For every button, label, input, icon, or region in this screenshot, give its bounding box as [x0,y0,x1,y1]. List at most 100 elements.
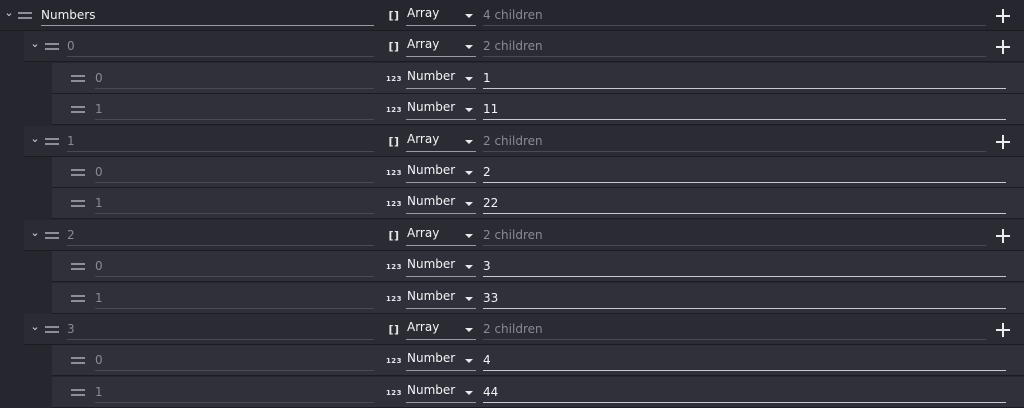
value-field[interactable]: 44 [483,380,1006,403]
number-item-row: 0 123 Number 1 [0,63,1024,94]
type-dropdown[interactable]: Number [406,254,476,277]
row-divider [24,61,1024,62]
children-count-field: 2 children [483,34,986,57]
array-type-icon: [] [388,40,400,53]
value-field[interactable]: 2 [483,160,1006,183]
number-type-icon: 123 [385,389,403,397]
drag-handle-icon[interactable] [71,106,85,113]
value-field[interactable]: 1 [483,66,1006,89]
children-count: 2 children [483,228,543,242]
type-dropdown[interactable]: Number [406,97,476,120]
plus-icon[interactable] [996,229,1010,243]
key-field[interactable]: Numbers [41,3,374,26]
type-dropdown[interactable]: Number [406,191,476,214]
key-field[interactable]: 1 [95,97,374,120]
children-count-field: 2 children [483,317,986,340]
drag-handle-icon[interactable] [71,200,85,207]
key-text: 1 [95,385,103,399]
type-label: Array [407,320,440,334]
caret-down-icon [465,108,473,112]
key-field[interactable]: 1 [95,286,374,309]
json-tree-editor: ⌄ Numbers [] Array 4 children ⌄ 0 [] Array 2 chil… [0,0,1024,408]
type-dropdown[interactable]: Array [406,3,476,26]
key-field[interactable]: 3 [67,317,374,340]
number-type-icon: 123 [385,75,403,83]
type-dropdown[interactable]: Number [406,286,476,309]
type-dropdown[interactable]: Array [406,34,476,57]
drag-handle-icon[interactable] [45,43,59,50]
array-item-row: ⌄ 2 [] Array 2 children [0,220,1024,251]
type-label: Array [407,6,440,20]
drag-handle-icon[interactable] [18,12,32,19]
caret-down-icon [465,297,473,301]
plus-icon[interactable] [996,9,1010,23]
value-field[interactable]: 33 [483,286,1006,309]
drag-handle-icon[interactable] [71,295,85,302]
children-count-field: 2 children [483,129,986,152]
key-field[interactable]: 1 [95,191,374,214]
children-count-field: 4 children [483,3,986,26]
value-field[interactable]: 4 [483,348,1006,371]
type-label: Number [407,194,456,208]
chevron-down-icon[interactable]: ⌄ [28,37,42,51]
type-dropdown[interactable]: Number [406,66,476,89]
key-field[interactable]: 0 [95,160,374,183]
key-field[interactable]: 0 [95,66,374,89]
value-field[interactable]: 22 [483,191,1006,214]
key-field[interactable]: 0 [67,34,374,57]
drag-handle-icon[interactable] [71,357,85,364]
key-text: 3 [67,322,75,336]
number-type-icon: 123 [385,200,403,208]
caret-down-icon [465,359,473,363]
type-label: Number [407,351,456,365]
drag-handle-icon[interactable] [45,232,59,239]
chevron-down-icon[interactable]: ⌄ [28,320,42,334]
type-dropdown[interactable]: Array [406,129,476,152]
drag-handle-icon[interactable] [71,389,85,396]
value-field[interactable]: 3 [483,254,1006,277]
chevron-down-icon[interactable]: ⌄ [2,6,16,20]
type-dropdown[interactable]: Array [406,223,476,246]
drag-handle-icon[interactable] [45,138,59,145]
chevron-down-icon[interactable]: ⌄ [28,226,42,240]
row-divider [52,218,1024,219]
caret-down-icon [465,77,473,81]
children-count: 2 children [483,134,543,148]
type-label: Array [407,37,440,51]
plus-icon[interactable] [996,135,1010,149]
drag-handle-icon[interactable] [71,169,85,176]
chevron-down-icon[interactable]: ⌄ [28,132,42,146]
type-dropdown[interactable]: Number [406,380,476,403]
key-field[interactable]: 0 [95,254,374,277]
caret-down-icon [465,171,473,175]
value-text: 4 [483,353,491,367]
caret-down-icon [465,265,473,269]
number-type-icon: 123 [385,263,403,271]
type-dropdown[interactable]: Array [406,317,476,340]
key-text: 0 [67,39,75,53]
key-field[interactable]: 1 [95,380,374,403]
number-type-icon: 123 [385,106,403,114]
key-field[interactable]: 0 [95,348,374,371]
plus-icon[interactable] [996,40,1010,54]
plus-icon[interactable] [996,323,1010,337]
key-field[interactable]: 1 [67,129,374,152]
value-text: 1 [483,71,491,85]
key-text: 1 [95,102,103,116]
array-item-row: ⌄ 3 [] Array 2 children [0,314,1024,345]
value-field[interactable]: 11 [483,97,1006,120]
type-label: Number [407,100,456,114]
value-text: 44 [483,385,499,399]
number-item-row: 0 123 Number 4 [0,345,1024,376]
key-text: 1 [67,134,75,148]
type-dropdown[interactable]: Number [406,348,476,371]
key-field[interactable]: 2 [67,223,374,246]
value-text: 11 [483,102,499,116]
number-item-row: 0 123 Number 2 [0,157,1024,188]
drag-handle-icon[interactable] [71,75,85,82]
drag-handle-icon[interactable] [45,326,59,333]
type-dropdown[interactable]: Number [406,160,476,183]
number-type-icon: 123 [385,357,403,365]
caret-down-icon [465,14,473,18]
drag-handle-icon[interactable] [71,263,85,270]
